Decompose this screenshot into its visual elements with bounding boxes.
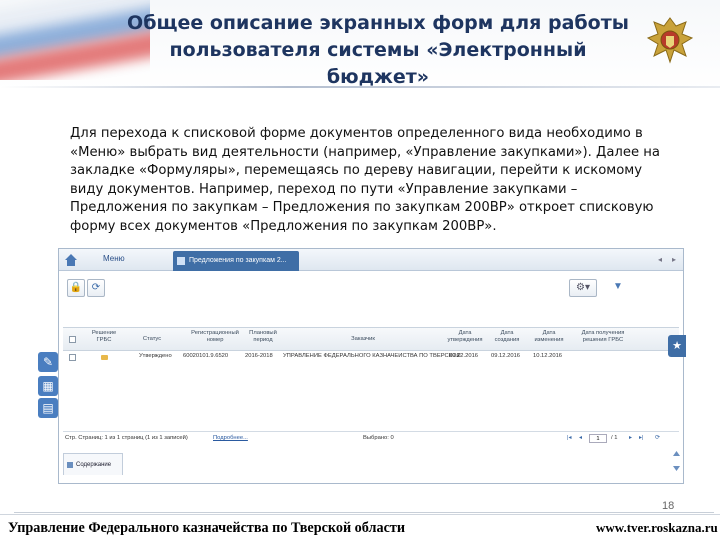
contents-icon [67,462,73,468]
pager-info: Стр. Страниц: 1 из 1 страниц (1 из 1 зап… [65,435,188,441]
footer-line [14,512,714,513]
tab-proposals-label: Предложения по закупкам 2... [189,257,287,264]
favorites-star-icon[interactable]: ★ [668,335,686,357]
left-side-tabs: ✎ ▦ ▤ [36,318,60,418]
column-header[interactable]: Дата получения решения ГРБС [573,330,633,343]
column-header[interactable]: Регистрационный номер [185,330,245,343]
cell-approved-date: 09.12.2016 [449,353,479,359]
refresh-page-icon[interactable]: ⟳ [655,435,660,441]
settings-dropdown-icon[interactable]: ⚙▾ [569,279,597,297]
column-header[interactable]: Заказчик [333,336,393,343]
select-all-checkbox[interactable] [69,336,76,343]
refresh-button-icon[interactable]: ⟳ [87,279,105,297]
column-header[interactable]: Дата утверждения [447,330,483,343]
page-total: / 1 [611,435,618,441]
pager: Стр. Страниц: 1 из 1 страниц (1 из 1 зап… [63,431,679,445]
vertical-scrollbar[interactable] [672,305,681,475]
footer-url[interactable]: www.tver.roskazna.ru [596,520,718,536]
tab-contents-label: Содержание [76,462,112,468]
last-page-icon[interactable]: ▸| [639,435,643,441]
treasury-emblem-icon [646,17,694,64]
footer: Управление Федерального казначейства по … [0,514,720,540]
app-topbar: Меню Предложения по закупкам 2... ◂ ▸ [59,249,683,271]
cell-created-date: 09.12.2016 [491,353,521,359]
lock-button-icon[interactable]: 🔒 [67,279,85,297]
column-header[interactable]: Дата изменения [531,330,567,343]
toolbar: 🔒 ⟳ ⚙▾ ▼ [59,277,683,299]
prev-page-icon[interactable]: ◂ [579,435,582,441]
edit-side-tab-icon[interactable]: ✎ [38,352,58,372]
decision-marker-icon [101,355,108,360]
description-text: Для перехода к списковой форме документо… [70,126,660,234]
selected-count: Выбрано: 0 [363,435,394,441]
calculator-side-tab-icon[interactable]: ▦ [38,376,58,396]
column-header[interactable]: Плановый период [243,330,283,343]
page-number: 18 [662,500,675,512]
more-link[interactable]: Подробнее... [213,435,248,441]
cell-decision-date: 10.12.2016 [533,353,563,359]
cell-period: 2016-2018 [245,353,273,359]
column-header[interactable]: Решение ГРБС [89,330,119,343]
cell-customer: УПРАВЛЕНИЕ ФЕДЕРАЛЬНОГО КАЗНАЧЕЙСТВА ПО … [283,353,461,359]
document-side-tab-icon[interactable]: ▤ [38,398,58,418]
column-header[interactable]: Статус [137,336,167,343]
column-header[interactable]: Дата создания [489,330,525,343]
tabs-scroll-right-icon[interactable]: ▸ [669,253,679,267]
filter-icon[interactable]: ▼ [609,279,627,297]
first-page-icon[interactable]: |◂ [567,435,571,441]
menu-link[interactable]: Меню [103,254,125,263]
app-window: Меню Предложения по закупкам 2... ◂ ▸ 🔒 … [58,248,684,484]
title-line-1: Общее описание экранных форм для работы [127,12,629,34]
page-input[interactable]: 1 [589,434,607,443]
next-page-icon[interactable]: ▸ [629,435,632,441]
table-row[interactable]: Утверждено 60020101.9.6520 2016-2018 УПР… [63,351,679,363]
slide: Общее описание экранных форм для работы … [0,0,720,540]
header-separator [0,86,720,88]
cell-reg-number: 60020101.9.6520 [183,353,229,359]
tabs-scroll-left-icon[interactable]: ◂ [655,253,665,267]
slide-title: Общее описание экранных форм для работы … [118,10,638,91]
tab-contents[interactable]: Содержание [63,453,123,475]
row-checkbox[interactable] [69,354,76,361]
document-list-icon [177,257,185,265]
tab-proposals[interactable]: Предложения по закупкам 2... [173,251,299,271]
table-header: Решение ГРБС Статус Регистрационный номе… [63,327,679,351]
title-line-2: пользователя системы «Электронный бюджет… [169,39,587,88]
footer-organization: Управление Федерального казначейства по … [8,520,406,536]
cell-status: Утверждено [139,353,172,359]
home-icon[interactable] [63,252,79,268]
